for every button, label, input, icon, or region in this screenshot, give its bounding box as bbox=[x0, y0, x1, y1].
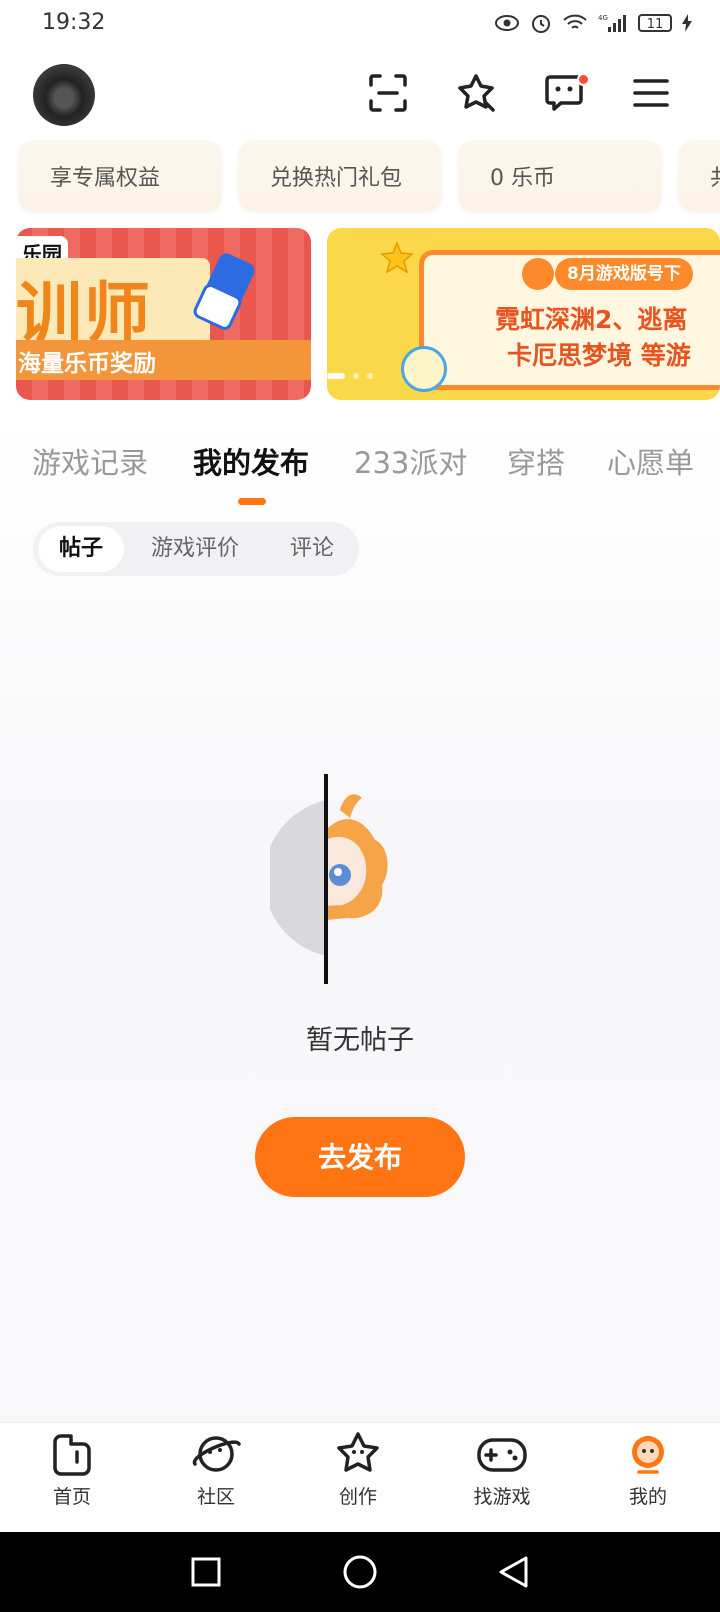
wifi-icon bbox=[563, 14, 587, 29]
banner-left[interactable]: 乐园 训师 海量乐币奖励 bbox=[16, 228, 311, 400]
nav-label: 我的 bbox=[628, 1486, 667, 1508]
subtab-game-reviews[interactable]: 游戏评价 bbox=[140, 526, 250, 572]
scan-icon[interactable] bbox=[367, 72, 409, 114]
benefit-label: 共 bbox=[710, 160, 720, 192]
tab-indicator bbox=[238, 498, 266, 505]
avatar[interactable] bbox=[33, 64, 95, 126]
benefit-label: 兑换热门礼包 bbox=[270, 166, 403, 191]
nav-home[interactable]: 首页 bbox=[22, 1430, 122, 1509]
tab-wishlist[interactable]: 心愿单 bbox=[607, 440, 694, 482]
empty-state-text: 暂无帖子 bbox=[306, 1025, 414, 1056]
charging-icon bbox=[682, 14, 692, 32]
eye-icon bbox=[495, 15, 519, 31]
subtab-comments[interactable]: 评论 bbox=[272, 526, 352, 572]
system-nav-bar bbox=[0, 1532, 720, 1612]
benefit-card-coins[interactable]: 0 乐币 bbox=[458, 140, 662, 212]
benefits-row: 享专属权益 兑换热门礼包 0 乐币 共 bbox=[0, 140, 720, 214]
recents-icon[interactable] bbox=[190, 1556, 222, 1588]
benefit-card-privileges[interactable]: 享专属权益 bbox=[18, 140, 222, 212]
alarm-icon bbox=[532, 15, 550, 33]
benefit-card-gift[interactable]: 兑换热门礼包 bbox=[238, 140, 442, 212]
nav-label: 社区 bbox=[196, 1486, 235, 1508]
badge-icon bbox=[401, 346, 447, 392]
banner-right-label: 8月游戏版号下 bbox=[555, 258, 693, 290]
page-dot bbox=[367, 373, 373, 379]
signal-icon: 4G bbox=[598, 14, 626, 32]
gamepad-icon bbox=[477, 1438, 527, 1472]
star-badge-icon[interactable] bbox=[455, 72, 497, 114]
battery-icon: 11 bbox=[638, 14, 672, 32]
banner-right-line2: 卡厄思梦境 等游 bbox=[507, 341, 691, 370]
status-time: 19:32 bbox=[42, 10, 106, 35]
svg-text:4G: 4G bbox=[598, 14, 608, 22]
nav-me[interactable]: 我的 bbox=[598, 1430, 698, 1509]
message-unread-dot bbox=[577, 73, 590, 86]
me-icon bbox=[632, 1436, 664, 1474]
page-dot bbox=[327, 373, 345, 379]
nav-create[interactable]: 创作 bbox=[308, 1430, 408, 1509]
back-icon[interactable] bbox=[496, 1554, 530, 1590]
eraser-icon bbox=[193, 253, 255, 330]
nav-label: 创作 bbox=[338, 1486, 377, 1508]
banner-right-line1: 霓虹深渊2、逃离 bbox=[495, 305, 688, 334]
publish-button[interactable]: 去发布 bbox=[255, 1117, 465, 1197]
home-icon bbox=[53, 1434, 91, 1476]
banner-right[interactable]: 8月游戏版号下 霓虹深渊2、逃离 卡厄思梦境 等游 bbox=[327, 228, 720, 400]
planet-icon bbox=[193, 1436, 241, 1472]
menu-icon[interactable] bbox=[630, 72, 672, 114]
banner-left-subtitle: 海量乐币奖励 bbox=[18, 351, 156, 377]
nav-label: 找游戏 bbox=[473, 1486, 531, 1508]
mascot-badge-icon bbox=[522, 258, 554, 290]
nav-label: 首页 bbox=[52, 1486, 91, 1508]
status-bar: 19:32 4G 11 bbox=[0, 0, 720, 50]
benefit-card-more[interactable]: 共 bbox=[678, 140, 720, 212]
subtab-posts[interactable]: 帖子 bbox=[38, 526, 124, 572]
star-create-icon bbox=[337, 1432, 379, 1472]
banner-page-dots bbox=[327, 373, 373, 379]
home-circle-icon[interactable] bbox=[342, 1554, 378, 1590]
page-dot bbox=[353, 373, 359, 379]
status-icons: 4G 11 bbox=[494, 12, 692, 34]
nav-find-games[interactable]: 找游戏 bbox=[452, 1430, 552, 1509]
tab-game-records[interactable]: 游戏记录 bbox=[32, 440, 148, 482]
nav-community[interactable]: 社区 bbox=[166, 1430, 266, 1509]
benefit-label: 享专属权益 bbox=[50, 166, 161, 191]
benefit-label: 0 乐币 bbox=[490, 166, 555, 191]
tab-233-party[interactable]: 233派对 bbox=[354, 440, 467, 482]
tab-my-posts[interactable]: 我的发布 bbox=[193, 440, 309, 482]
empty-mascot-illustration bbox=[270, 774, 388, 984]
star-icon bbox=[380, 240, 414, 274]
tab-outfits[interactable]: 穿搭 bbox=[507, 440, 565, 482]
